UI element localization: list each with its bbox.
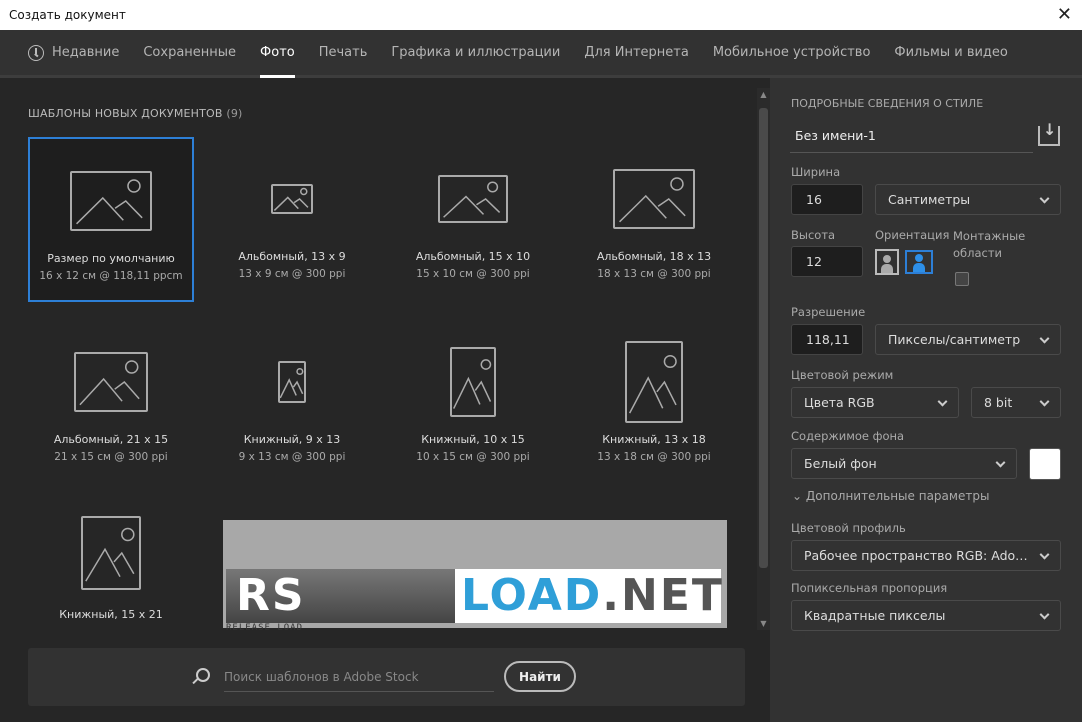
preset-details-panel: ПОДРОБНЫЕ СВЕДЕНИЯ О СТИЛЕ Без имени-1 Ш… [770, 78, 1082, 722]
close-icon[interactable]: ✕ [1057, 0, 1072, 30]
template-size: 16 x 12 см @ 118,11 ppcm [39, 270, 183, 282]
template-card[interactable]: Книжный, 13 x 18 13 x 18 см @ 300 ppi [571, 320, 737, 485]
image-placeholder-icon [271, 184, 313, 214]
template-name: Книжный, 15 x 21 [59, 608, 163, 621]
template-card[interactable]: Альбомный, 15 x 10 15 x 10 см @ 300 ppi [390, 137, 556, 302]
templates-count: (9) [226, 107, 243, 120]
tab-recent[interactable]: Недавние [28, 30, 119, 75]
template-name: Книжный, 9 x 13 [243, 433, 341, 446]
color-mode-select[interactable]: Цвета RGB [791, 387, 959, 418]
chevron-down-icon [1039, 193, 1050, 204]
person-icon [913, 254, 925, 272]
watermark-rs: RS [226, 569, 455, 623]
template-size: 13 x 9 см @ 300 ppi [238, 268, 346, 280]
person-icon [881, 255, 893, 273]
template-size: 18 x 13 см @ 300 ppi [597, 268, 711, 280]
template-size: 9 x 13 см @ 300 ppi [238, 451, 346, 463]
scrollbar-thumb[interactable] [759, 108, 768, 568]
artboards-checkbox[interactable] [955, 272, 969, 286]
save-preset-icon[interactable] [1038, 120, 1060, 146]
resolution-unit-select[interactable]: Пикселы/сантиметр [875, 324, 1061, 355]
tab-print[interactable]: Печать [319, 30, 368, 75]
pixel-aspect-select[interactable]: Квадратные пикселы [791, 600, 1061, 631]
resolution-label: Разрешение [791, 305, 866, 319]
artboards-label: Монтажные области [953, 229, 1026, 260]
tab-saved[interactable]: Сохраненные [143, 30, 236, 75]
color-profile-select[interactable]: Рабочее пространство RGB: Adobe... [791, 540, 1061, 571]
resolution-input[interactable]: 118,11 [791, 324, 863, 355]
advanced-options-toggle[interactable]: ⌄ Дополнительные параметры [792, 489, 989, 503]
template-card[interactable]: Размер по умолчанию 16 x 12 см @ 118,11 … [28, 137, 194, 302]
title-bar: Создать документ ✕ [0, 0, 1082, 30]
template-card[interactable]: Альбомный, 18 x 13 18 x 13 см @ 300 ppi [571, 137, 737, 302]
details-heading: ПОДРОБНЫЕ СВЕДЕНИЯ О СТИЛЕ [791, 97, 984, 110]
watermark-load: LOAD.NET [461, 570, 724, 621]
height-input[interactable]: 12 [791, 246, 863, 277]
template-size: 15 x 10 см @ 300 ppi [416, 268, 530, 280]
template-name: Альбомный, 21 x 15 [53, 433, 169, 446]
color-mode-label: Цветовой режим [791, 368, 894, 382]
width-unit-select[interactable]: Сантиметры [875, 184, 1061, 215]
tab-web[interactable]: Для Интернета [584, 30, 689, 75]
template-card[interactable]: Книжный, 10 x 15 10 x 15 см @ 300 ppi [390, 320, 556, 485]
template-size: 13 x 18 см @ 300 ppi [597, 451, 711, 463]
bit-depth-select[interactable]: 8 bit [971, 387, 1061, 418]
find-button[interactable]: Найти [504, 661, 576, 692]
width-label: Ширина [791, 165, 841, 179]
image-placeholder-icon [70, 171, 152, 231]
template-size: 10 x 15 см @ 300 ppi [416, 451, 530, 463]
image-placeholder-icon [81, 516, 141, 590]
watermark-tagline: RELEASE LOAD [226, 623, 304, 633]
scrollbar[interactable]: ▲ ▼ [757, 88, 770, 630]
template-name: Книжный, 13 x 18 [602, 433, 706, 446]
template-name: Книжный, 10 x 15 [421, 433, 525, 446]
landscape-orientation-button[interactable] [905, 250, 933, 274]
scroll-up-icon[interactable]: ▲ [757, 90, 770, 99]
pixel-aspect-label: Попиксельная пропорция [791, 581, 948, 595]
window-title: Создать документ [9, 8, 126, 22]
watermark-logo: RS LOAD.NET RELEASE LOAD [223, 520, 727, 633]
category-tabs: Недавние Сохраненные Фото Печать Графика… [0, 30, 1082, 78]
stock-search-bar: Найти [28, 648, 745, 706]
template-name: Альбомный, 18 x 13 [596, 250, 712, 263]
portrait-orientation-button[interactable] [875, 249, 899, 275]
search-icon [196, 668, 210, 682]
height-label: Высота [791, 228, 836, 242]
tab-mobile[interactable]: Мобильное устройство [713, 30, 871, 75]
image-placeholder-icon [438, 175, 508, 223]
image-placeholder-icon [625, 341, 683, 423]
tab-art-illustration[interactable]: Графика и иллюстрации [391, 30, 560, 75]
width-input[interactable]: 16 [791, 184, 863, 215]
orientation-label: Ориентация [875, 228, 950, 242]
template-card[interactable]: Книжный, 15 x 21 [28, 503, 194, 668]
template-card[interactable]: Альбомный, 13 x 9 13 x 9 см @ 300 ppi [209, 137, 375, 302]
tab-label: Недавние [52, 44, 120, 60]
color-profile-label: Цветовой профиль [791, 521, 906, 535]
templates-heading: ШАБЛОНЫ НОВЫХ ДОКУМЕНТОВ (9) [28, 107, 243, 120]
template-name: Размер по умолчанию [47, 252, 175, 265]
document-name-field[interactable]: Без имени-1 [790, 122, 1033, 153]
image-placeholder-icon [278, 361, 306, 403]
template-name: Альбомный, 15 x 10 [415, 250, 531, 263]
background-label: Содержимое фона [791, 429, 905, 443]
background-select[interactable]: Белый фон [791, 448, 1017, 479]
image-placeholder-icon [613, 169, 695, 229]
clock-icon [28, 44, 44, 61]
tab-photo[interactable]: Фото [260, 30, 295, 78]
image-placeholder-icon [74, 352, 148, 412]
stock-search-input[interactable] [224, 662, 494, 692]
tab-film-video[interactable]: Фильмы и видео [894, 30, 1007, 75]
scroll-down-icon[interactable]: ▼ [757, 619, 770, 628]
background-color-swatch[interactable] [1029, 448, 1061, 480]
template-card[interactable]: Альбомный, 21 x 15 21 x 15 см @ 300 ppi [28, 320, 194, 485]
image-placeholder-icon [450, 347, 496, 417]
template-card[interactable]: Книжный, 9 x 13 9 x 13 см @ 300 ppi [209, 320, 375, 485]
template-name: Альбомный, 13 x 9 [238, 250, 346, 263]
template-size: 21 x 15 см @ 300 ppi [54, 451, 168, 463]
templates-heading-text: ШАБЛОНЫ НОВЫХ ДОКУМЕНТОВ [28, 107, 223, 120]
